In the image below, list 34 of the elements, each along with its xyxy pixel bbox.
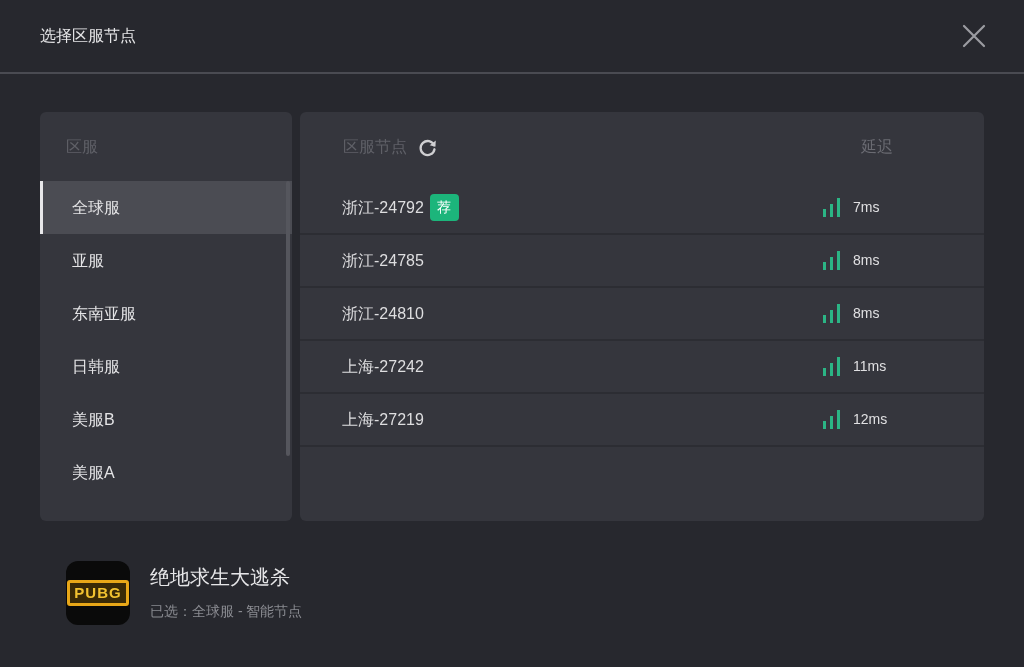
signal-icon	[823, 357, 841, 376]
logo-text: PUBG	[67, 579, 129, 607]
node-name: 上海-27219	[342, 409, 424, 430]
node-row[interactable]: 浙江-24810 8ms	[300, 288, 984, 341]
latency-text: 12ms	[853, 410, 888, 429]
signal-icon	[823, 410, 841, 429]
close-button[interactable]	[962, 24, 986, 48]
region-item[interactable]: 美服A	[40, 446, 292, 499]
region-item[interactable]: 日韩服	[40, 340, 292, 393]
signal-icon	[823, 198, 841, 217]
scroll-thumb[interactable]	[286, 181, 290, 456]
latency-text: 8ms	[853, 304, 880, 323]
region-item[interactable]: 美服B	[40, 393, 292, 446]
latency-text: 8ms	[853, 251, 880, 270]
node-row[interactable]: 上海-27219 12ms	[300, 394, 984, 447]
latency-text: 7ms	[853, 198, 880, 217]
game-title: 绝地求生大逃杀	[150, 564, 291, 589]
node-row[interactable]: 浙江-24792 荐 7ms	[300, 182, 984, 235]
region-item[interactable]: 东南亚服	[40, 287, 292, 340]
node-name: 浙江-24785	[342, 250, 424, 271]
close-icon	[962, 24, 986, 48]
signal-icon	[823, 304, 841, 323]
node-name: 浙江-24792	[342, 197, 424, 218]
node-name: 上海-27242	[342, 356, 424, 377]
region-item[interactable]: 亚服	[40, 234, 292, 287]
region-item[interactable]: 全球服	[40, 181, 292, 234]
latency-text: 11ms	[853, 357, 887, 376]
dialog-title: 选择区服节点	[40, 26, 136, 46]
selection-text: 已选：全球服 - 智能节点	[150, 601, 303, 621]
recommended-badge: 荐	[429, 194, 459, 221]
node-name: 浙江-24810	[342, 303, 424, 324]
signal-icon	[823, 251, 841, 270]
node-row[interactable]: 浙江-24785 8ms	[300, 235, 984, 288]
node-row[interactable]: 上海-27242 11ms	[300, 341, 984, 394]
